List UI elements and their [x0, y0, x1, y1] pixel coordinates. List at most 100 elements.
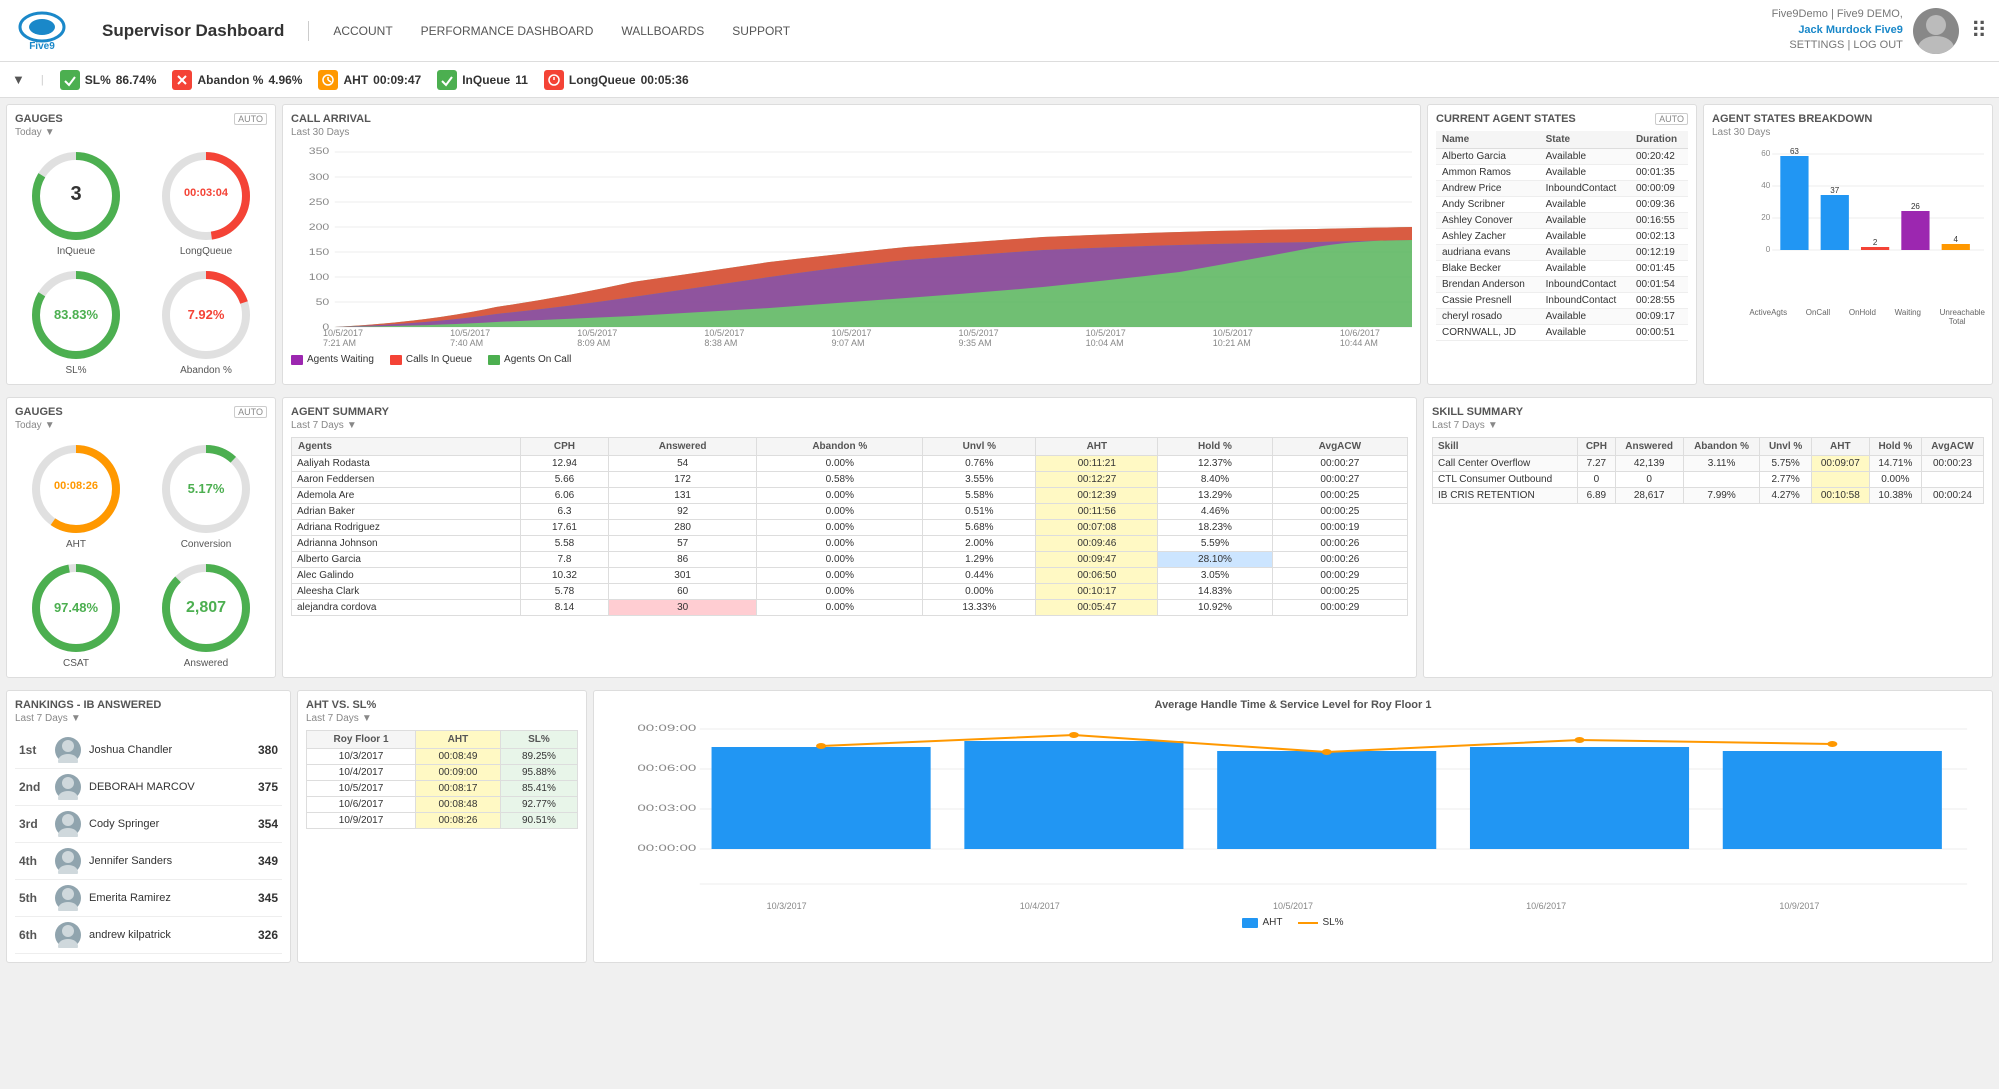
- rank-num: 5th: [19, 891, 47, 905]
- svg-text:97.48%: 97.48%: [54, 600, 99, 615]
- user-info: Five9Demo | Five9 DEMO, Jack Murdock Fiv…: [1772, 7, 1903, 53]
- ranking-item: 2nd DEBORAH MARCOV 375: [15, 769, 282, 806]
- aht-chart-title: Average Handle Time & Service Level for …: [602, 699, 1984, 711]
- agent-state-row: Brendan Anderson InboundContact 00:01:54: [1436, 277, 1688, 293]
- rank-score: 375: [258, 780, 278, 794]
- ranking-item: 4th Jennifer Sanders 349: [15, 843, 282, 880]
- header: Five9 Supervisor Dashboard ACCOUNT PERFO…: [0, 0, 1999, 62]
- agent-states-breakdown-panel: AGENT STATES BREAKDOWN Last 30 Days 60 4…: [1703, 104, 1993, 385]
- svg-text:20: 20: [1761, 213, 1770, 222]
- agent-summary-row: Aleesha Clark 5.78 60 0.00% 0.00% 00:10:…: [292, 584, 1408, 600]
- svg-text:40: 40: [1761, 181, 1770, 190]
- rank-name: andrew kilpatrick: [89, 929, 250, 941]
- aht-sl-table: Roy Floor 1 AHT SL% 10/3/2017 00:08:49 8…: [306, 730, 578, 829]
- svg-text:50: 50: [316, 297, 330, 307]
- svg-text:2,807: 2,807: [186, 599, 226, 616]
- agent-states-title: CURRENT AGENT STATES: [1436, 113, 1576, 125]
- nav-title: Supervisor Dashboard: [102, 21, 309, 41]
- rank-num: 6th: [19, 928, 47, 942]
- svg-text:00:03:00: 00:03:00: [637, 803, 696, 813]
- ranking-item: 1st Joshua Chandler 380: [15, 732, 282, 769]
- svg-text:37: 37: [1830, 186, 1839, 195]
- current-agent-states-panel: CURRENT AGENT STATES AUTO Name State Dur…: [1427, 104, 1697, 385]
- agent-summary-row: Aaliyah Rodasta 12.94 54 0.00% 0.76% 00:…: [292, 456, 1408, 472]
- agent-state-row: cheryl rosado Available 00:09:17: [1436, 309, 1688, 325]
- aht-sl-row: 10/3/2017 00:08:49 89.25%: [307, 749, 578, 765]
- agent-summary-title: AGENT SUMMARY: [291, 406, 1408, 418]
- rank-score: 345: [258, 891, 278, 905]
- gauge-conversion-label: Conversion: [181, 539, 232, 550]
- nav-account[interactable]: ACCOUNT: [333, 24, 392, 38]
- rank-score: 354: [258, 817, 278, 831]
- abandon-label: Abandon %: [197, 73, 263, 87]
- longqueue-value: 00:05:36: [641, 73, 689, 87]
- gauges2-badge: AUTO: [234, 406, 267, 418]
- gauges-panel-1: GAUGES AUTO Today ▼ 3 InQueue 00:0: [6, 104, 276, 385]
- gauge-longqueue-label: LongQueue: [180, 246, 232, 257]
- rank-avatar: [55, 885, 81, 911]
- nav-performance[interactable]: PERFORMANCE DASHBOARD: [421, 24, 594, 38]
- rank-score: 349: [258, 854, 278, 868]
- svg-text:0: 0: [1766, 245, 1771, 254]
- inqueue-value: 11: [515, 73, 528, 87]
- skill-summary-row: Call Center Overflow 7.27 42,139 3.11% 5…: [1433, 456, 1984, 472]
- svg-text:100: 100: [309, 272, 330, 282]
- rankings-subtitle: Last 7 Days ▼: [15, 713, 282, 724]
- rank-avatar: [55, 774, 81, 800]
- svg-text:00:09:00: 00:09:00: [637, 723, 696, 733]
- status-bar: ▼ | SL% 86.74% Abandon % 4.96% AHT 00:09…: [0, 62, 1999, 98]
- svg-text:2: 2: [1873, 238, 1878, 247]
- svg-text:200: 200: [309, 222, 330, 232]
- abandon-value: 4.96%: [268, 73, 302, 87]
- svg-text:5.17%: 5.17%: [188, 481, 225, 496]
- agent-state-row: Andy Scribner Available 00:09:36: [1436, 197, 1688, 213]
- apps-icon[interactable]: ⠿: [1971, 18, 1987, 44]
- rank-num: 1st: [19, 743, 47, 757]
- agent-summary-row: Adrianna Johnson 5.58 57 0.00% 2.00% 00:…: [292, 536, 1408, 552]
- agent-summary-row: Aaron Feddersen 5.66 172 0.58% 3.55% 00:…: [292, 472, 1408, 488]
- gauges1-title: GAUGES: [15, 113, 63, 125]
- gauge-answered-label: Answered: [184, 658, 228, 669]
- svg-text:26: 26: [1911, 202, 1920, 211]
- rank-avatar: [55, 737, 81, 763]
- aht-value: 00:09:47: [373, 73, 421, 87]
- svg-text:00:03:04: 00:03:04: [184, 187, 229, 199]
- gauge-sl: 83.83% SL%: [15, 265, 137, 376]
- status-abandon: Abandon % 4.96%: [172, 70, 302, 90]
- skill-summary-title: SKILL SUMMARY: [1432, 406, 1984, 418]
- agent-state-row: Alberto Garcia Available 00:20:42: [1436, 149, 1688, 165]
- agent-state-row: Cassie Presnell InboundContact 00:28:55: [1436, 293, 1688, 309]
- rank-num: 4th: [19, 854, 47, 868]
- nav-support[interactable]: SUPPORT: [732, 24, 790, 38]
- svg-text:60: 60: [1761, 149, 1770, 158]
- user-name[interactable]: Jack Murdock Five9: [1772, 23, 1903, 38]
- aht-sl-row: 10/4/2017 00:09:00 95.88%: [307, 765, 578, 781]
- nav-wallboards[interactable]: WALLBOARDS: [621, 24, 704, 38]
- agent-state-row: Blake Becker Available 00:01:45: [1436, 261, 1688, 277]
- skill-summary-table: Skill CPH Answered Abandon % Unvl % AHT …: [1432, 437, 1984, 504]
- aht-chart-panel: Average Handle Time & Service Level for …: [593, 690, 1993, 963]
- call-arrival-subtitle: Last 30 Days: [291, 127, 1412, 138]
- gauge-csat: 97.48% CSAT: [15, 558, 137, 669]
- status-aht: AHT 00:09:47: [318, 70, 421, 90]
- svg-text:350: 350: [309, 146, 330, 156]
- gauges1-subtitle: Today ▼: [15, 127, 267, 138]
- gauge-csat-label: CSAT: [63, 658, 89, 669]
- svg-text:4: 4: [1954, 235, 1959, 244]
- svg-text:7.92%: 7.92%: [188, 307, 225, 322]
- agent-summary-row: Adriana Rodriguez 17.61 280 0.00% 5.68% …: [292, 520, 1408, 536]
- aht-sl-subtitle: Last 7 Days ▼: [306, 713, 578, 724]
- agent-state-row: Ashley Zacher Available 00:02:13: [1436, 229, 1688, 245]
- rank-avatar: [55, 811, 81, 837]
- ranking-item: 6th andrew kilpatrick 326: [15, 917, 282, 954]
- call-arrival-legend: Agents Waiting Calls In Queue Agents On …: [291, 354, 1412, 365]
- aht-sl-row: 10/9/2017 00:08:26 90.51%: [307, 813, 578, 829]
- dropdown-arrow[interactable]: ▼: [12, 72, 25, 87]
- aht-vs-sl-panel: AHT VS. SL% Last 7 Days ▼ Roy Floor 1 AH…: [297, 690, 587, 963]
- call-arrival-title: CALL ARRIVAL: [291, 113, 1412, 125]
- gauge-aht-label: AHT: [66, 539, 86, 550]
- skill-summary-subtitle: Last 7 Days ▼: [1432, 420, 1984, 431]
- agent-state-row: CORNWALL, JD Available 00:00:51: [1436, 325, 1688, 341]
- nav-links: ACCOUNT PERFORMANCE DASHBOARD WALLBOARDS…: [333, 24, 1771, 38]
- agent-summary-row: alejandra cordova 8.14 30 0.00% 13.33% 0…: [292, 600, 1408, 616]
